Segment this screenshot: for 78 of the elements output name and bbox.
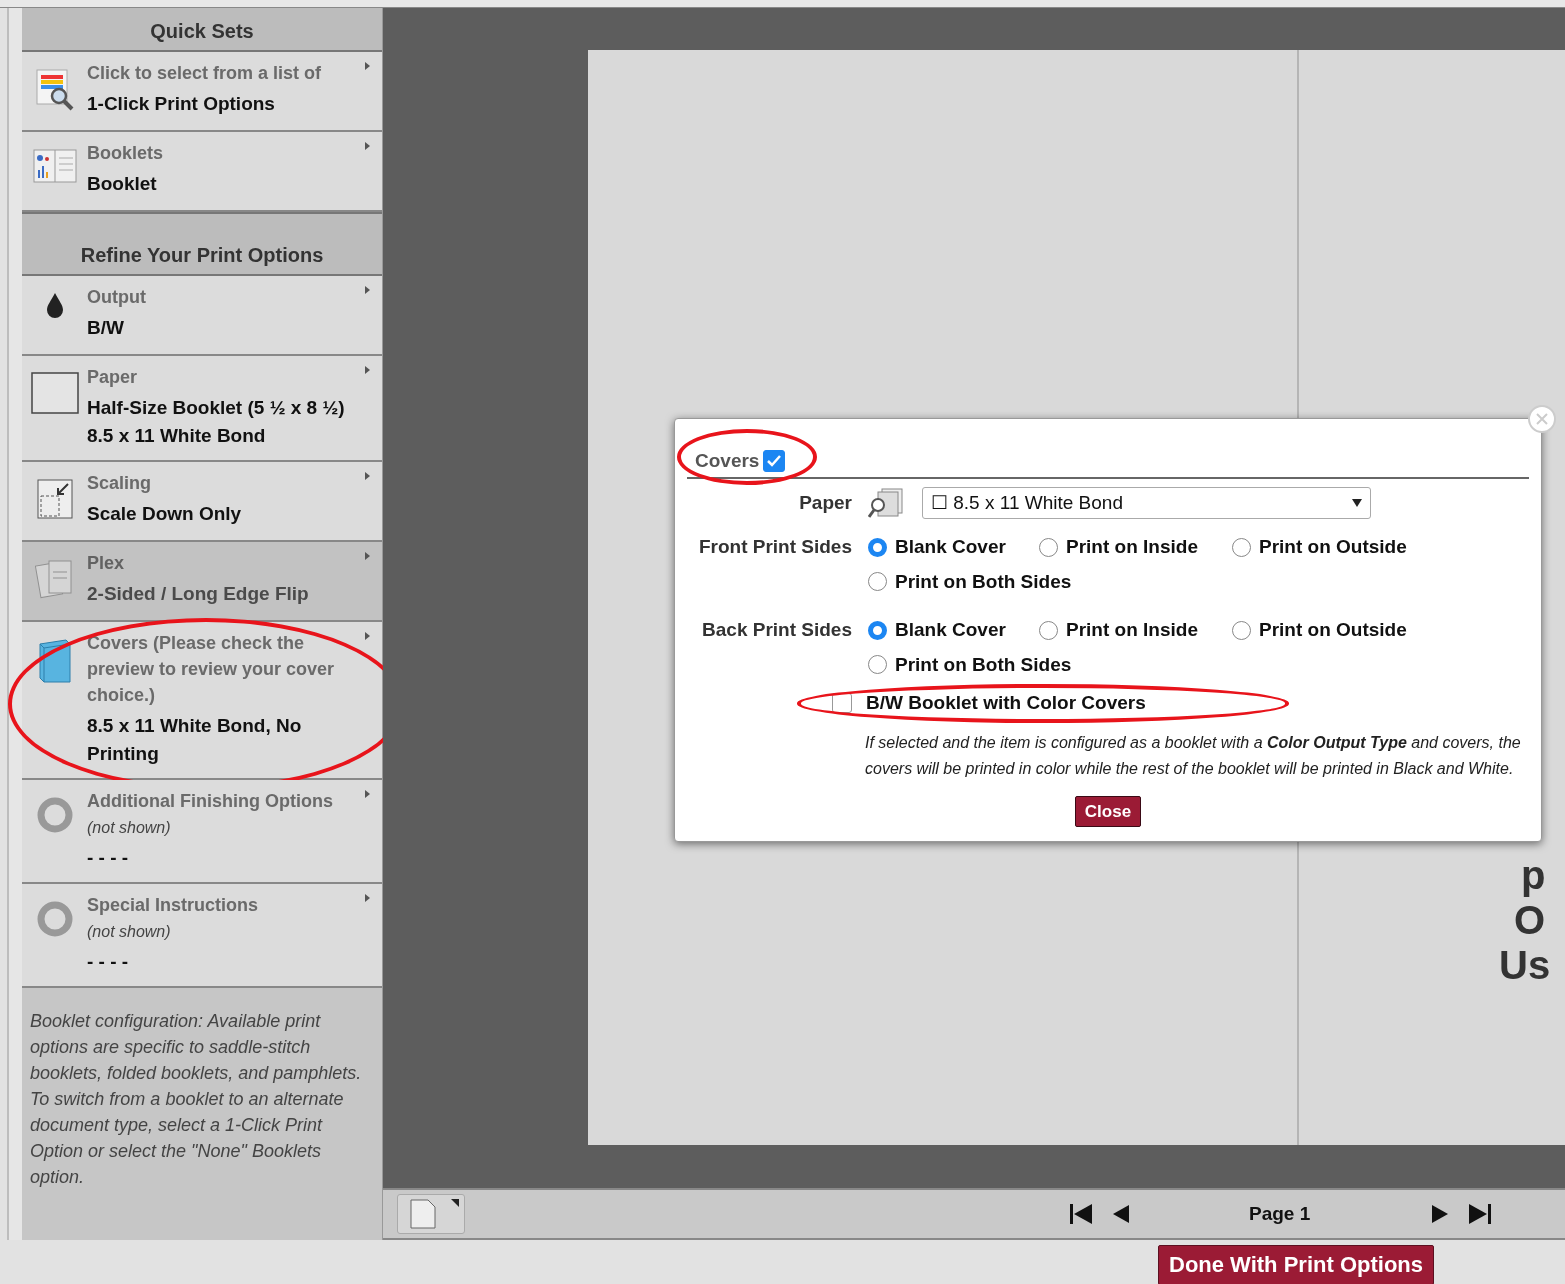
caret-icon: [365, 790, 370, 798]
option-value: 8.5 x 11 White Bond, No Printing: [87, 714, 303, 766]
radio-option[interactable]: Blank Cover: [868, 533, 1039, 562]
option-value: Booklet: [87, 172, 158, 196]
dropdown-arrow-icon: [1352, 499, 1362, 507]
caret-icon: [365, 552, 370, 560]
scaling-icon: [35, 478, 74, 520]
caret-icon: [365, 142, 370, 150]
field-label: Back Print Sides: [701, 618, 852, 642]
ring-icon: [35, 796, 74, 834]
caret-icon: [365, 632, 370, 640]
caret-icon: [365, 894, 370, 902]
option-value: 2-Sided / Long Edge Flip: [87, 582, 310, 606]
option-label: Scaling: [87, 472, 153, 495]
radio-option[interactable]: Blank Cover: [868, 616, 1039, 645]
checkbox-label: B/W Booklet with Color Covers: [866, 691, 1146, 715]
option-value: B/W: [87, 316, 125, 340]
caret-icon: [365, 366, 370, 374]
sidebar-item[interactable]: Booklets Booklet: [22, 132, 382, 212]
radio-option[interactable]: Print on Outside: [1232, 616, 1422, 645]
covers-checkbox[interactable]: [763, 450, 786, 472]
option-value: 1-Click Print Options: [87, 92, 276, 116]
sidebar-item[interactable]: Scaling Scale Down Only: [22, 462, 382, 542]
paper-select[interactable]: ☐ 8.5 x 11 White Bond: [922, 487, 1371, 519]
option-label: Additional Finishing Options: [87, 790, 334, 813]
caret-icon: [365, 286, 370, 294]
sidebar-item[interactable]: Output B/W: [22, 276, 382, 356]
preview-text: Us: [1499, 945, 1551, 985]
option-value: - - - -: [87, 846, 130, 870]
checkbox[interactable]: [832, 693, 852, 714]
option-label: Special Instructions: [87, 894, 260, 917]
option-value: - - - -: [87, 950, 130, 974]
list-search-icon: [34, 68, 75, 112]
option-value: 8.5 x 11 White Bond: [87, 424, 267, 448]
blank-page-icon: [30, 372, 79, 414]
preview-text: p: [1521, 855, 1546, 895]
option-label: Paper: [87, 366, 139, 389]
last-page-icon[interactable]: [1468, 1203, 1493, 1225]
option-label: Click to select from a list of: [87, 62, 323, 85]
page-number: Page 1: [1249, 1201, 1311, 1226]
option-label: Booklets: [87, 142, 165, 165]
radio-option[interactable]: Print on Both Sides: [868, 567, 1072, 596]
caret-icon: [365, 62, 370, 70]
sidebar-item[interactable]: Click to select from a list of 1-Click Print Options: [22, 52, 382, 132]
close-button[interactable]: Close: [1074, 795, 1142, 827]
dialog-title: Covers: [695, 448, 760, 473]
option-note: (not shown): [87, 922, 172, 942]
caret-icon: [451, 1199, 459, 1207]
sidebar-item[interactable]: Paper Half-Size Booklet (5 ½ x 8 ½) 8.5 x 11 White Bond: [22, 356, 382, 462]
field-label: Front Print Sides: [697, 535, 852, 559]
option-label: Output: [87, 286, 147, 309]
caret-icon: [365, 472, 370, 480]
page-icon: [410, 1199, 436, 1229]
option-value: Scale Down Only: [87, 502, 243, 526]
radio-option[interactable]: Print on Inside: [1039, 533, 1232, 562]
paper-search-icon: [868, 487, 906, 519]
previous-icon[interactable]: [1111, 1203, 1131, 1225]
check-icon: [767, 455, 782, 467]
ring-icon: [35, 900, 74, 938]
description-text: If selected and the item is configured as a booklet with a Color Output Type and covers, the covers will be printed in color while the rest of the booklet will be printed in Black and White.: [865, 732, 1522, 779]
option-label: Covers (Please check the preview to review your cover choice.): [87, 632, 336, 707]
sidebar-item[interactable]: Additional Finishing Options (not shown) - - - -: [22, 780, 382, 884]
option-note: (not shown): [87, 818, 172, 838]
first-page-icon[interactable]: [1069, 1203, 1093, 1225]
section-header: Quick Sets: [22, 8, 382, 52]
field-label: Paper: [798, 490, 852, 515]
option-value: Half-Size Booklet (5 ½ x 8 ½): [87, 396, 346, 420]
radio-option[interactable]: Print on Inside: [1039, 616, 1232, 645]
radio-option[interactable]: Print on Outside: [1232, 533, 1422, 562]
preview-text: O: [1514, 900, 1546, 940]
sidebar-item[interactable]: Special Instructions (not shown) - - - -: [22, 884, 382, 988]
drop-icon: [44, 292, 65, 318]
radio-option[interactable]: Print on Both Sides: [868, 650, 1072, 679]
section-header: Refine Your Print Options: [22, 212, 382, 276]
booklet-icon: [32, 148, 77, 184]
option-label: Plex: [87, 552, 126, 575]
done-button[interactable]: Done With Print Options: [1158, 1245, 1434, 1284]
help-text: Booklet configuration: Available print options are specific to saddle-stitch booklets, folded booklets, and pamphlets. To switch from a booklet to an alternate document type, select a 1-Click Print Option or select the "None" Booklets option.: [22, 988, 382, 1240]
